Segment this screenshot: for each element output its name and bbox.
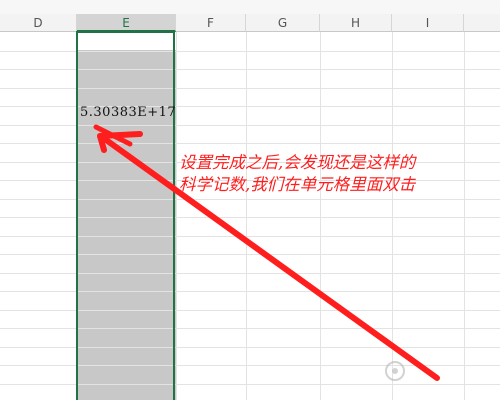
baidu-jingyan-watermark-icon xyxy=(385,361,405,381)
red-arrow-icon xyxy=(93,124,440,381)
